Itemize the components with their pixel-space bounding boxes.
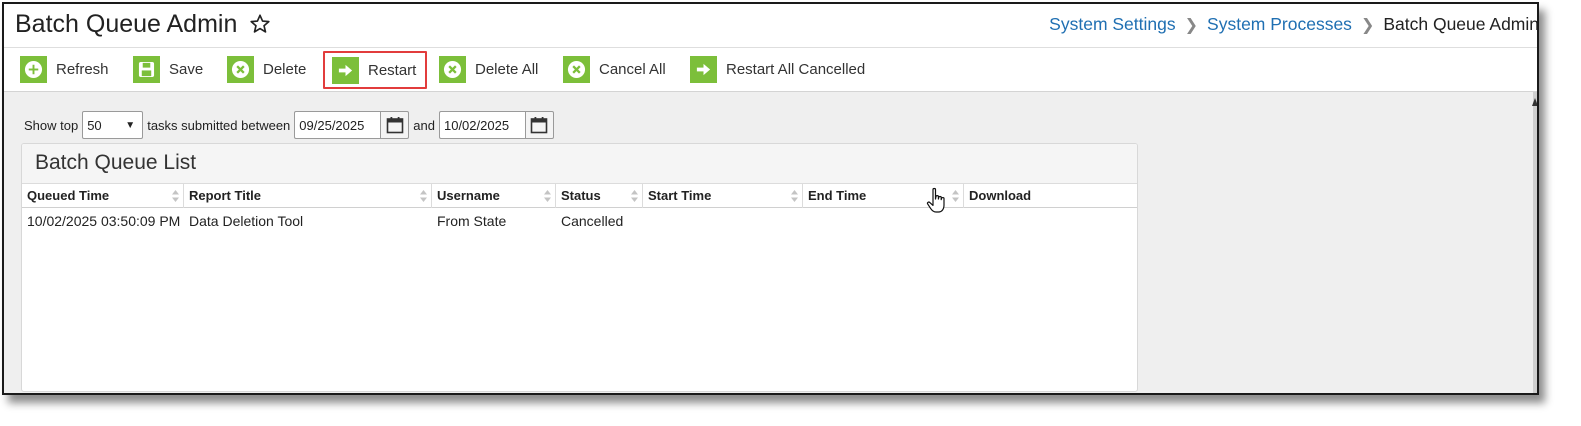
restart-label: Restart xyxy=(368,61,417,79)
cell-username: From State xyxy=(437,213,507,229)
delete-all-button[interactable]: Delete All xyxy=(439,53,538,86)
delete-all-label: Delete All xyxy=(475,61,539,78)
restart-button[interactable]: Restart xyxy=(323,51,428,89)
column-header-username[interactable]: Username xyxy=(432,184,556,208)
column-header-start-time[interactable]: Start Time xyxy=(643,184,803,208)
star-outline-icon[interactable] xyxy=(249,13,271,35)
scroll-up-arrow-icon[interactable] xyxy=(1532,98,1538,106)
chevron-right-icon: ❯ xyxy=(1360,16,1375,34)
batch-queue-panel: Batch Queue List Queued Time Report Titl… xyxy=(21,143,1138,392)
breadcrumb-system-processes[interactable]: System Processes xyxy=(1207,14,1352,35)
grid-header: Queued Time Report Title Username Status… xyxy=(22,184,1137,208)
start-date-input[interactable]: 09/25/2025 xyxy=(294,111,381,139)
x-circle-icon xyxy=(227,56,254,83)
page-title: Batch Queue Admin xyxy=(15,10,238,38)
plus-circle-icon xyxy=(20,56,47,83)
top-count-select[interactable]: 50 ▼ xyxy=(82,111,144,139)
cell-report-title: Data Deletion Tool xyxy=(189,213,304,229)
save-button[interactable]: Save xyxy=(133,53,203,86)
sort-icon xyxy=(791,190,798,202)
restart-all-cancelled-label: Restart All Cancelled xyxy=(726,61,866,78)
breadcrumb-system-settings[interactable]: System Settings xyxy=(1049,14,1175,35)
floppy-disk-icon xyxy=(133,56,160,83)
arrow-right-icon xyxy=(690,56,717,83)
column-header-status[interactable]: Status xyxy=(556,184,643,208)
and-label: and xyxy=(413,117,435,133)
chevron-right-icon: ❯ xyxy=(1184,16,1199,34)
sort-icon xyxy=(420,190,427,202)
calendar-icon[interactable] xyxy=(380,111,410,139)
refresh-label: Refresh xyxy=(56,61,109,78)
column-header-report-title[interactable]: Report Title xyxy=(184,184,432,208)
delete-button[interactable]: Delete xyxy=(227,53,306,86)
main-content: Show top 50 ▼ tasks submitted between 09… xyxy=(4,92,1537,393)
start-date-picker: 09/25/2025 xyxy=(294,111,410,139)
cell-queued-time: 10/02/2025 03:50:09 PM xyxy=(27,213,181,229)
caret-down-icon: ▼ xyxy=(125,119,136,131)
action-toolbar: Refresh Save Delete Restart Delete All C… xyxy=(4,48,1537,92)
cell-status: Cancelled xyxy=(561,213,624,229)
save-label: Save xyxy=(169,61,204,78)
vertical-scrollbar[interactable] xyxy=(1532,92,1538,393)
top-count-value: 50 xyxy=(87,117,102,133)
cancel-all-label: Cancel All xyxy=(599,61,666,78)
sort-icon xyxy=(631,190,638,202)
column-header-queued-time[interactable]: Queued Time xyxy=(22,184,184,208)
page-header: Batch Queue Admin System Settings ❯ Syst… xyxy=(4,4,1537,48)
calendar-icon[interactable] xyxy=(524,111,554,139)
sort-icon xyxy=(172,190,179,202)
panel-title: Batch Queue List xyxy=(22,144,1137,184)
hand-pointer-icon xyxy=(926,187,945,213)
delete-label: Delete xyxy=(263,61,307,78)
column-header-download[interactable]: Download xyxy=(964,184,1137,208)
cancel-all-button[interactable]: Cancel All xyxy=(563,53,666,86)
arrow-right-icon xyxy=(332,56,359,84)
filter-row: Show top 50 ▼ tasks submitted between 09… xyxy=(24,110,558,140)
breadcrumb: System Settings ❯ System Processes ❯ Bat… xyxy=(1049,14,1539,35)
sort-icon xyxy=(952,190,959,202)
end-date-input[interactable]: 10/02/2025 xyxy=(438,111,525,139)
x-circle-icon xyxy=(439,56,466,83)
between-label: tasks submitted between xyxy=(147,117,291,133)
table-row[interactable]: 10/02/2025 03:50:09 PM Data Deletion Too… xyxy=(22,208,1137,252)
end-date-picker: 10/02/2025 xyxy=(438,111,554,139)
app-window: Batch Queue Admin System Settings ❯ Syst… xyxy=(2,2,1539,395)
refresh-button[interactable]: Refresh xyxy=(20,53,109,86)
x-circle-icon xyxy=(563,56,590,83)
restart-all-cancelled-button[interactable]: Restart All Cancelled xyxy=(690,53,865,86)
breadcrumb-current: Batch Queue Admin xyxy=(1383,14,1539,34)
sort-icon xyxy=(544,190,551,202)
show-top-label: Show top xyxy=(24,117,79,133)
